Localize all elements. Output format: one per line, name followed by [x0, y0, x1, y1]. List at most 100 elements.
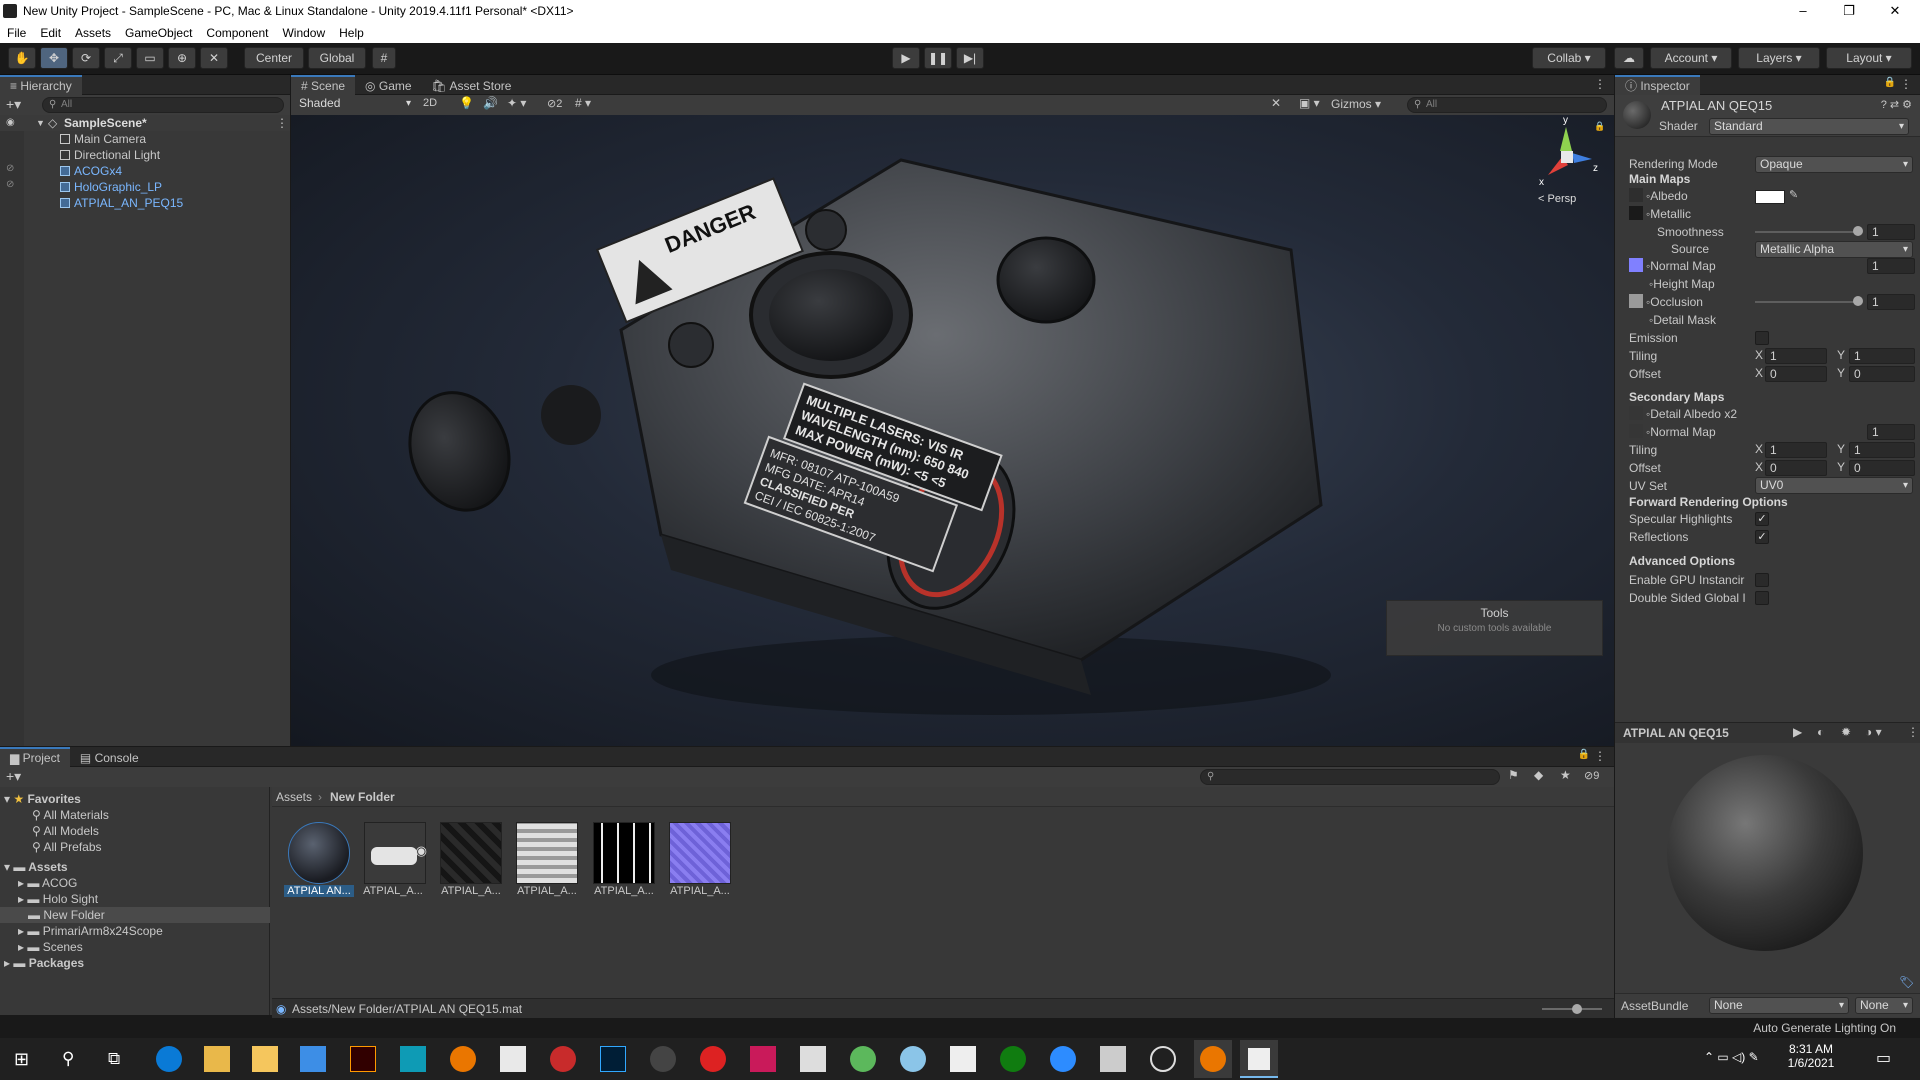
windows-start-icon[interactable]: ⊞ [14, 1049, 29, 1070]
color-picker-icon[interactable]: ✎ [1789, 188, 1798, 201]
metallic-texture-slot[interactable] [1629, 206, 1643, 220]
occlusion-texture-slot[interactable] [1629, 294, 1643, 308]
reflections-checkbox[interactable]: ✓ [1755, 530, 1769, 544]
sec-normal-field[interactable]: 1 [1867, 424, 1915, 440]
favorites-header[interactable]: ▾ ★ Favorites [4, 791, 81, 807]
audio-toggle-icon[interactable]: 🔊 [483, 96, 498, 110]
app-icon[interactable] [1050, 1046, 1076, 1072]
asset-thumbnail-normal[interactable] [669, 822, 731, 884]
app-icon[interactable] [700, 1046, 726, 1072]
hierarchy-item[interactable]: Directional Light [60, 147, 160, 163]
scene-menu-icon[interactable]: ⋮ [276, 115, 288, 131]
move-tool-icon[interactable]: ✥ [40, 47, 68, 69]
scene-row[interactable]: ◉ ▼ ◇ SampleScene* ⋮ [0, 115, 290, 131]
step-button[interactable]: ▶| [956, 47, 984, 69]
folder-item[interactable]: ▸ ▬ ACOG [18, 875, 77, 891]
app-icon[interactable] [750, 1046, 776, 1072]
asset-label[interactable]: ATPIAL_A... [436, 885, 506, 897]
menu-edit[interactable]: Edit [33, 23, 68, 43]
clock[interactable]: 8:31 AM 1/6/2021 [1776, 1042, 1846, 1070]
sec-offset-y-field[interactable]: 0 [1849, 460, 1915, 476]
folder-item[interactable]: ▸ ▬ PrimariArm8x24Scope [18, 923, 163, 939]
layout-dropdown[interactable]: Layout ▾ [1826, 47, 1912, 69]
pivot-center-button[interactable]: Center [244, 47, 304, 69]
rotate-tool-icon[interactable]: ⟳ [72, 47, 100, 69]
preview-play-icon[interactable]: ▶ [1793, 725, 1802, 739]
favorite-item[interactable]: ⚲ All Materials [32, 807, 109, 823]
hierarchy-item[interactable]: ATPIAL_AN_PEQ15 [60, 195, 183, 211]
menu-component[interactable]: Component [199, 23, 275, 43]
hierarchy-item[interactable]: ACOGx4 [60, 163, 122, 179]
source-dropdown[interactable]: Metallic Alpha [1755, 241, 1913, 258]
play-button[interactable]: ▶ [892, 47, 920, 69]
search-icon[interactable]: ⚲ [62, 1049, 74, 1069]
folder-item-selected[interactable]: ▬ New Folder [0, 907, 270, 923]
offset-x-field[interactable]: 0 [1765, 366, 1827, 382]
sec-tiling-y-field[interactable]: 1 [1849, 442, 1915, 458]
app-icon[interactable] [850, 1046, 876, 1072]
gizmos-dropdown[interactable]: Gizmos ▾ [1331, 97, 1381, 111]
scale-tool-icon[interactable]: ⤢ [104, 47, 132, 69]
calculator-icon[interactable] [1100, 1046, 1126, 1072]
gizmo-lock-icon[interactable]: 🔒 [1594, 121, 1605, 132]
pause-button[interactable]: ❚❚ [924, 47, 952, 69]
add-object-button[interactable]: +▾ [6, 96, 21, 113]
filter-label-icon[interactable]: ◆ [1534, 768, 1543, 782]
snap-grid-icon[interactable]: # [372, 47, 396, 69]
app-icon[interactable] [1150, 1046, 1176, 1072]
hidden-eye-icon[interactable]: ⊘ [6, 163, 14, 174]
favorite-item[interactable]: ⚲ All Models [32, 823, 99, 839]
lighting-toggle-icon[interactable]: 💡 [459, 96, 474, 110]
eye-icon[interactable]: ◉ [6, 115, 15, 131]
asset-label[interactable]: ATPIAL_A... [589, 885, 659, 897]
smoothness-slider-track[interactable] [1755, 231, 1859, 233]
filter-type-icon[interactable]: ⚑ [1508, 768, 1519, 782]
gpu-instancing-checkbox[interactable] [1755, 573, 1769, 587]
preview-light-icon[interactable]: ✹ [1841, 725, 1851, 739]
gizmo-z-cone[interactable] [1572, 153, 1592, 163]
scene-menu-icon[interactable]: ⋮ [1594, 77, 1606, 91]
camera-settings-icon[interactable]: ▣ ▾ [1299, 96, 1320, 110]
hidden-packages-toggle[interactable]: ⊘9 [1584, 769, 1599, 782]
toggle-2d-button[interactable]: 2D [423, 97, 437, 109]
rendering-mode-dropdown[interactable]: Opaque [1755, 156, 1913, 173]
app-icon[interactable] [950, 1046, 976, 1072]
auto-lighting-status[interactable]: Auto Generate Lighting On [1753, 1021, 1896, 1035]
system-tray-icons[interactable]: ⌃ ▭ ◁) ✎ [1704, 1050, 1759, 1064]
maximize-button[interactable]: ❐ [1826, 0, 1872, 23]
tab-scene[interactable]: # Scene [291, 75, 356, 95]
space-global-button[interactable]: Global [308, 47, 366, 69]
asset-label[interactable]: ATPIAL_A... [512, 885, 582, 897]
expand-prefab-icon[interactable]: ◉ [416, 843, 427, 859]
app-icon[interactable] [800, 1046, 826, 1072]
effects-toggle-icon[interactable]: ✦ ▾ [507, 96, 526, 110]
sec-tiling-x-field[interactable]: 1 [1765, 442, 1827, 458]
occlusion-slider-knob[interactable] [1853, 296, 1863, 306]
grid-toggle-icon[interactable]: # ▾ [575, 96, 591, 110]
tab-game[interactable]: ◎ Game [355, 76, 422, 96]
substance-icon[interactable] [550, 1046, 576, 1072]
shader-dropdown[interactable]: Standard [1709, 118, 1909, 135]
rect-tool-icon[interactable]: ▭ [136, 47, 164, 69]
hierarchy-search-input[interactable]: All [42, 97, 284, 113]
favorite-item[interactable]: ⚲ All Prefabs [32, 839, 102, 855]
preview-shape-icon[interactable]: ◐ [1817, 725, 1824, 739]
shading-mode-dropdown[interactable]: Shaded [295, 96, 415, 113]
detail-albedo-slot[interactable] [1629, 406, 1643, 420]
blender-icon[interactable] [450, 1046, 476, 1072]
asset-thumbnail-texture[interactable] [516, 822, 578, 884]
project-menu-icon[interactable]: ⋮ [1594, 749, 1606, 763]
tab-console[interactable]: ▤ Console [70, 748, 149, 768]
tiling-x-field[interactable]: 1 [1765, 348, 1827, 364]
menu-assets[interactable]: Assets [68, 23, 118, 43]
sec-offset-x-field[interactable]: 0 [1765, 460, 1827, 476]
hand-tool-icon[interactable]: ✋ [8, 47, 36, 69]
asset-label[interactable]: ATPIAL_A... [665, 885, 735, 897]
layers-dropdown[interactable]: Layers ▾ [1738, 47, 1820, 69]
asset-label[interactable]: ATPIAL_A... [358, 885, 428, 897]
inspector-menu-icon[interactable]: ⋮ [1900, 77, 1912, 91]
assetbundle-variant-dropdown[interactable]: None [1855, 997, 1913, 1014]
tab-hierarchy[interactable]: ≡ Hierarchy [0, 75, 82, 95]
expand-arrow-icon[interactable]: ▼ [36, 115, 45, 131]
sec-normal-slot[interactable] [1629, 424, 1643, 438]
